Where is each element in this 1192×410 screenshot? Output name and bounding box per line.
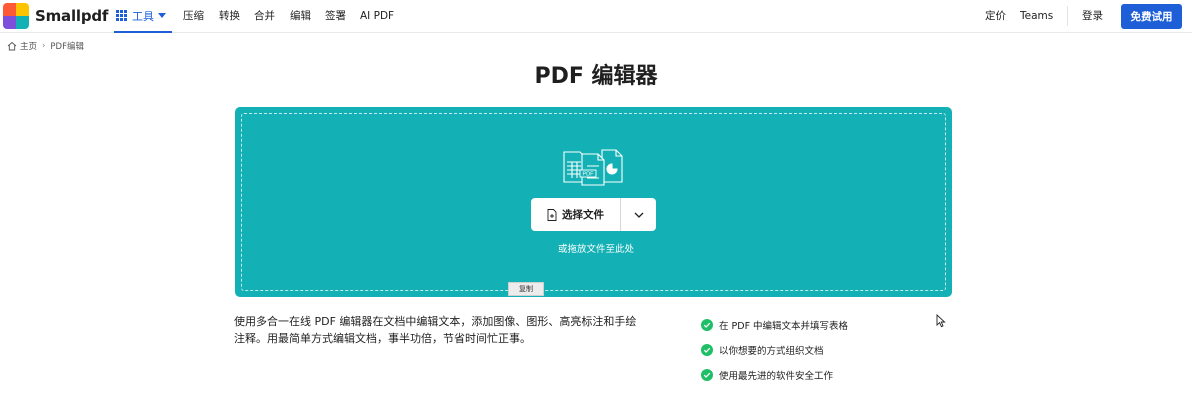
grid-icon [116,10,127,21]
nav-link-ai-pdf[interactable]: AI PDF [360,0,394,33]
tools-menu-button[interactable]: 工具 [114,0,172,33]
chevron-down-icon [158,13,166,18]
top-navbar: Smallpdf 工具 压缩 转换 合并 编辑 签署 AI PDF 定价 Tea… [0,0,1192,33]
breadcrumb: 主页 › PDF编辑 [7,40,84,52]
feature-list: 在 PDF 中编辑文本并填写表格 以你想要的方式组织文档 使用最先进的软件安全工… [701,312,848,387]
check-circle-icon [701,368,713,381]
home-icon [7,41,17,51]
tools-menu-label: 工具 [132,9,154,23]
drop-hint-text: 或拖放文件至此处 [557,244,634,255]
breadcrumb-current: PDF编辑 [50,42,84,52]
feature-text: 以你想要的方式组织文档 [719,345,824,357]
choose-file-button[interactable]: 选择文件 [531,198,621,231]
brand-logo[interactable]: Smallpdf [3,3,108,29]
illustration-pdf-badge: PDF [583,172,595,178]
feature-item: 以你想要的方式组织文档 [701,337,848,362]
choose-file-label: 选择文件 [562,209,604,221]
feature-item: 使用最先进的软件安全工作 [701,362,848,387]
nav-link-convert[interactable]: 转换 [219,0,240,33]
feature-text: 使用最先进的软件安全工作 [719,370,834,382]
feature-item: 在 PDF 中编辑文本并填写表格 [701,312,848,337]
choose-file-group: 选择文件 [531,198,656,231]
nav-link-merge[interactable]: 合并 [254,0,275,33]
nav-link-compress[interactable]: 压缩 [183,0,204,33]
nav-link-edit[interactable]: 编辑 [290,0,311,33]
copy-tab[interactable]: 复制 [508,282,544,296]
files-illustration-icon: PDF [563,149,623,186]
brand-name: Smallpdf [35,7,109,25]
nav-link-sign[interactable]: 签署 [325,0,346,33]
check-circle-icon [701,343,713,356]
choose-source-dropdown[interactable] [621,198,656,231]
free-trial-button[interactable]: 免费试用 [1121,4,1182,29]
nav-link-pricing[interactable]: 定价 [985,0,1006,33]
breadcrumb-separator: › [42,41,46,51]
mouse-cursor-icon [936,314,946,328]
description-text: 使用多合一在线 PDF 编辑器在文档中编辑文本，添加图像、图形、高亮标注和手绘注… [234,315,637,345]
nav-divider [1067,6,1068,26]
breadcrumb-home[interactable]: 主页 [20,40,37,52]
nav-link-teams[interactable]: Teams [1020,0,1053,33]
check-circle-icon [701,318,713,331]
logo-icon [3,3,29,29]
page-title: PDF 编辑器 [534,64,658,89]
chevron-down-icon [634,212,643,218]
login-link[interactable]: 登录 [1082,0,1103,33]
file-plus-icon [547,208,557,221]
feature-text: 在 PDF 中编辑文本并填写表格 [719,320,849,332]
